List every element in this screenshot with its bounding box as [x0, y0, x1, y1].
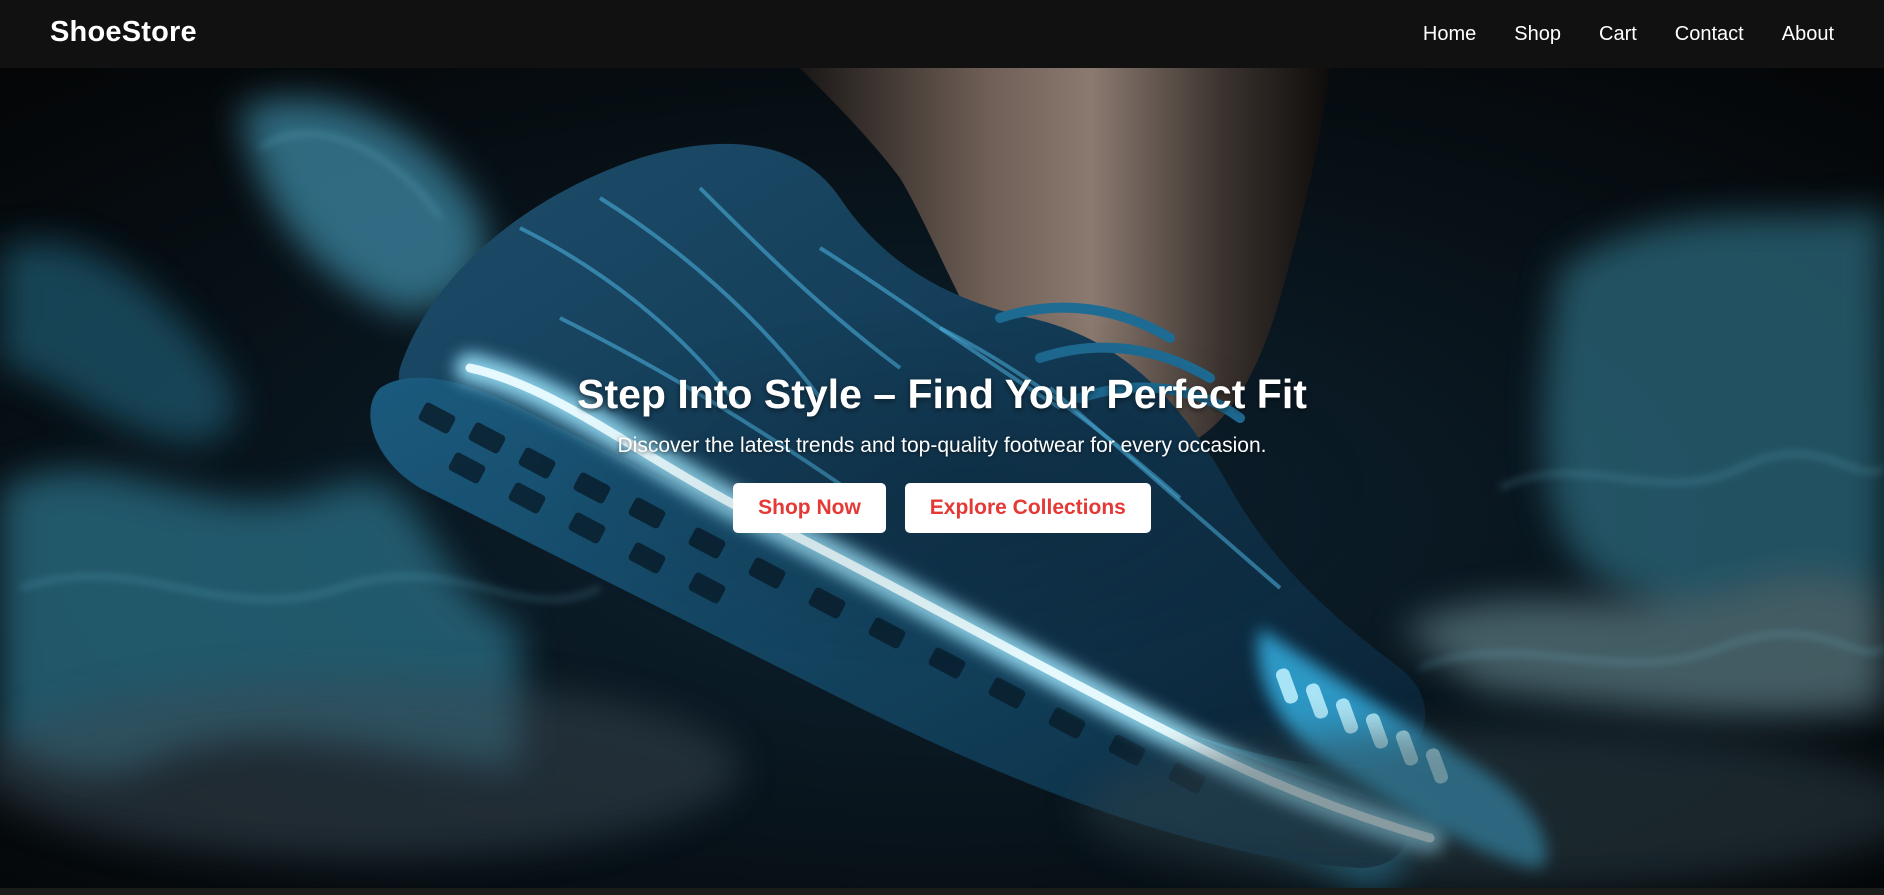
nav-contact-link[interactable]: Contact [1675, 23, 1744, 46]
nav-cart-link[interactable]: Cart [1599, 23, 1637, 46]
bottom-edge [0, 888, 1884, 895]
brand-logo[interactable]: ShoeStore [50, 0, 197, 68]
explore-collections-button[interactable]: Explore Collections [904, 483, 1151, 533]
hero-buttons: Shop Now Explore Collections [0, 483, 1884, 533]
nav-shop-link[interactable]: Shop [1514, 23, 1561, 46]
nav-about-link[interactable]: About [1782, 23, 1834, 46]
hero-title: Step Into Style – Find Your Perfect Fit [577, 371, 1307, 417]
hero-section: Step Into Style – Find Your Perfect Fit … [0, 68, 1884, 888]
hero-content: Step Into Style – Find Your Perfect Fit … [0, 368, 1884, 533]
shop-now-button[interactable]: Shop Now [733, 483, 886, 533]
page: ShoeStore Home Shop Cart Contact About S… [0, 0, 1884, 895]
hero-subtitle: Discover the latest trends and top-quali… [617, 434, 1267, 457]
nav-home-link[interactable]: Home [1423, 23, 1476, 46]
top-navbar: ShoeStore Home Shop Cart Contact About [0, 0, 1884, 68]
nav-links: Home Shop Cart Contact About [1423, 0, 1834, 68]
